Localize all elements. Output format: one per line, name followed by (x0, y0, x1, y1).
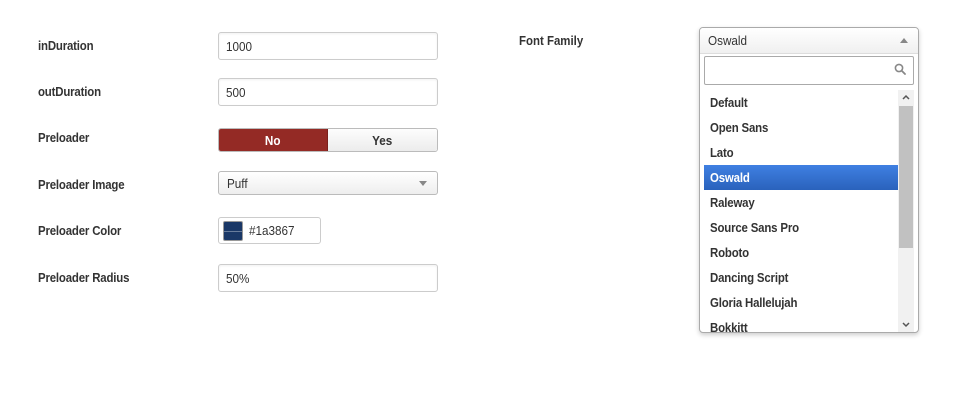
preloader-toggle: No Yes (218, 128, 438, 152)
font-option-label: Bokkitt (710, 320, 748, 332)
preloader-yes-button[interactable]: Yes (328, 129, 437, 151)
scroll-down-icon[interactable] (898, 318, 914, 332)
preloader-image-select[interactable]: Puff (218, 171, 438, 195)
scrollbar-thumb[interactable] (899, 106, 913, 248)
in-duration-label: inDuration (38, 38, 94, 53)
font-family-selected: Oswald (708, 33, 748, 48)
font-option-label: Roboto (710, 245, 749, 260)
preloader-yes-label: Yes (372, 132, 393, 148)
preloader-radius-label: Preloader Radius (38, 270, 130, 285)
font-option[interactable]: Oswald (704, 165, 898, 190)
font-option[interactable]: Lato (704, 140, 898, 165)
font-option-label: Lato (710, 145, 734, 160)
preloader-radius-input[interactable]: 50% (218, 264, 438, 292)
font-list-scrollbar[interactable] (898, 90, 914, 332)
font-option[interactable]: Open Sans (704, 115, 898, 140)
preloader-image-value: Puff (227, 175, 248, 191)
preloader-radius-value: 50% (226, 270, 250, 286)
font-search-box (704, 56, 914, 85)
font-option[interactable]: Dancing Script (704, 265, 898, 290)
out-duration-label: outDuration (38, 84, 101, 99)
font-option[interactable]: Roboto (704, 240, 898, 265)
out-duration-input[interactable]: 500 (218, 78, 438, 106)
preloader-color-value: #1a3867 (249, 223, 295, 238)
font-family-select[interactable]: Oswald (700, 28, 918, 54)
chevron-up-icon (900, 38, 908, 43)
preloader-no-button[interactable]: No (219, 129, 328, 151)
scroll-up-icon[interactable] (898, 90, 914, 104)
chevron-down-icon (419, 180, 427, 186)
search-icon (894, 63, 906, 75)
font-options-list: Default Open Sans Lato Oswald Raleway Source … (704, 90, 898, 332)
font-option-label: Default (710, 95, 748, 110)
font-option-label: Open Sans (710, 120, 769, 135)
font-option[interactable]: Raleway (704, 190, 898, 215)
font-option[interactable]: Source Sans Pro (704, 215, 898, 240)
font-option-label: Dancing Script (710, 270, 789, 285)
preloader-image-label: Preloader Image (38, 177, 125, 192)
font-family-label: Font Family (519, 33, 584, 48)
font-option-label: Raleway (710, 195, 755, 210)
font-option[interactable]: Gloria Hallelujah (704, 290, 898, 315)
font-option[interactable]: Default (704, 90, 898, 115)
in-duration-value: 1000 (226, 38, 253, 54)
in-duration-input[interactable]: 1000 (218, 32, 438, 60)
preloader-color-picker[interactable]: #1a3867 (218, 217, 321, 244)
font-option-label: Source Sans Pro (710, 220, 799, 235)
font-family-dropdown: Oswald Default Open Sans Lato Oswald Raleway… (699, 27, 919, 333)
font-option-label: Oswald (710, 170, 750, 185)
font-search-input[interactable] (705, 57, 891, 84)
preloader-color-label: Preloader Color (38, 223, 122, 238)
font-option[interactable]: Bokkitt (704, 315, 898, 332)
preloader-label: Preloader (38, 130, 90, 145)
out-duration-value: 500 (226, 84, 246, 100)
font-option-label: Gloria Hallelujah (710, 295, 798, 310)
color-swatch[interactable] (223, 220, 243, 241)
preloader-no-label: No (265, 132, 281, 148)
